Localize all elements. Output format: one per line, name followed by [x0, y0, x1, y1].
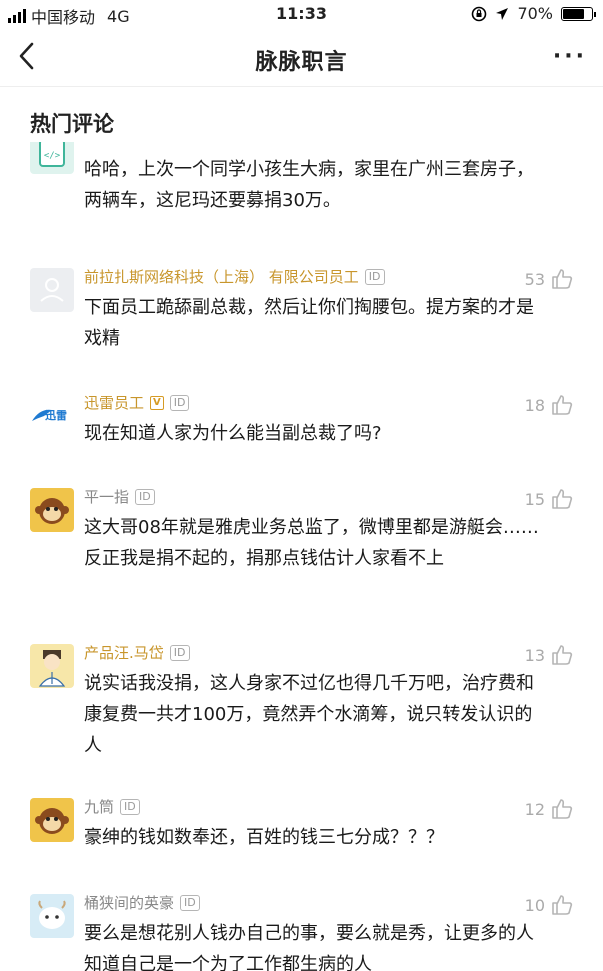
comment-text: 要么是想花别人钱办自己的事，要么就是秀，让更多的人知道自己是一个为了工作都生病的…: [84, 923, 534, 971]
comment-meta: 前拉扎斯网络科技（上海） 有限公司员工 ID: [84, 266, 385, 287]
comment-meta: 桶狭间的英豪 ID: [84, 892, 200, 913]
comment-avatar[interactable]: [30, 798, 74, 842]
xunlei-logo-icon: 迅雷: [32, 409, 67, 422]
comment-meta: 平一指 ID: [84, 486, 155, 507]
comment-text: 下面员工跪舔副总裁，然后让你们掏腰包。提方案的才是戏精: [84, 297, 534, 349]
comment-text: 豪绅的钱如数奉还，百姓的钱三七分成？？？: [84, 827, 444, 848]
like-count: 15: [524, 489, 545, 509]
thumbs-up-icon[interactable]: [551, 394, 573, 416]
commenter-name[interactable]: 迅雷员工: [84, 392, 144, 413]
commenter-name[interactable]: 前拉扎斯网络科技（上海） 有限公司员工: [84, 266, 359, 287]
like-count: 18: [524, 395, 545, 415]
battery-icon: [561, 6, 596, 21]
id-badge: ID: [180, 894, 200, 911]
comment-meta: 九筒 ID: [84, 796, 140, 817]
comment-text: 说实话我没捐，这人身家不过亿也得几千万吧，治疗费和康复费一共才100万，竟然弄个…: [84, 673, 534, 756]
comment-avatar[interactable]: [30, 894, 74, 938]
comment-avatar[interactable]: [30, 268, 74, 312]
id-badge: ID: [120, 798, 140, 815]
product-avatar-icon: [38, 650, 66, 687]
page-title: 脉脉职言: [255, 50, 348, 75]
verified-badge: V: [150, 395, 164, 410]
id-badge: ID: [169, 394, 190, 411]
comment-meta: 迅雷员工 V ID: [84, 392, 190, 413]
location-icon: [496, 7, 509, 20]
svg-text:迅雷: 迅雷: [45, 409, 67, 422]
comment-avatar[interactable]: </>: [30, 142, 74, 174]
comment-text: 哈哈，上次一个同学小孩生大病，家里在广州三套房子，两辆车，这尼玛还要募捐30万。: [84, 159, 534, 211]
thumbs-up-icon[interactable]: [551, 644, 573, 666]
goat-avatar-icon: [38, 900, 66, 929]
id-badge: ID: [169, 644, 190, 661]
id-badge: ID: [364, 268, 385, 285]
id-badge: ID: [135, 488, 155, 505]
comment-avatar[interactable]: [30, 644, 74, 688]
thumbs-up-icon[interactable]: [551, 798, 573, 820]
comment-avatar[interactable]: 迅雷: [30, 394, 74, 438]
like-control[interactable]: 13: [525, 644, 573, 666]
like-count: 13: [524, 645, 545, 665]
thumbs-up-icon[interactable]: [551, 268, 573, 290]
like-count: 10: [524, 895, 545, 915]
svg-text:</>: </>: [44, 151, 61, 161]
commenter-name[interactable]: 平一指: [84, 486, 129, 507]
more-menu-button[interactable]: ···: [553, 44, 587, 69]
monkey-avatar-icon: [35, 808, 69, 834]
like-count: 53: [524, 269, 545, 289]
thumbs-up-icon[interactable]: [551, 488, 573, 510]
comment-meta: 产品汪.马岱 ID: [84, 642, 190, 663]
comment-text: 这大哥08年就是雅虎业务总监了，微博里都是游艇会……反正我是捐不起的，捐那点钱估…: [84, 517, 539, 569]
nav-bar: 脉脉职言 ···: [0, 30, 603, 87]
like-control[interactable]: 15: [525, 488, 573, 510]
battery-percent: 70%: [517, 4, 553, 23]
status-right: 70%: [471, 4, 596, 23]
comment-list: </> 哈哈，上次一个同学小孩生大病，家里在广州三套房子，两辆车，这尼玛还要募捐…: [0, 142, 603, 971]
like-control[interactable]: 10: [525, 894, 573, 916]
comment-text: 现在知道人家为什么能当副总裁了吗?: [84, 423, 382, 444]
rotation-lock-icon: [472, 6, 487, 21]
thumbs-up-icon[interactable]: [551, 894, 573, 916]
like-control[interactable]: 53: [525, 268, 573, 290]
comment-avatar[interactable]: [30, 488, 74, 532]
status-bar: 中国移动 4G 11:33 70%: [0, 0, 603, 30]
code-avatar-icon: </>: [39, 142, 65, 167]
like-control[interactable]: 18: [525, 394, 573, 416]
section-title: 热门评论: [30, 112, 114, 136]
commenter-name[interactable]: 产品汪.马岱: [84, 642, 164, 663]
monkey-avatar-icon: [35, 498, 69, 524]
commenter-name[interactable]: 桶狭间的英豪: [84, 892, 174, 913]
commenter-name[interactable]: 九筒: [84, 796, 114, 817]
like-count: 12: [524, 799, 545, 819]
default-avatar-icon: [40, 278, 64, 302]
like-control[interactable]: 12: [525, 798, 573, 820]
